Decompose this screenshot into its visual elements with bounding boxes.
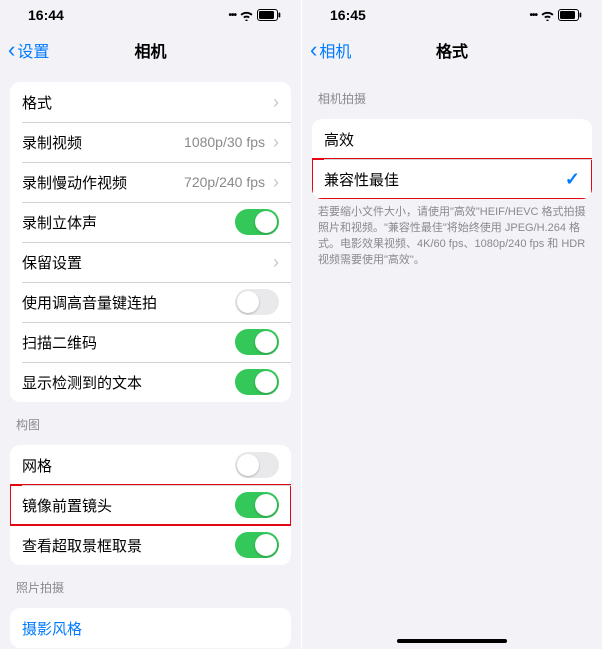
toggle-mirror-front[interactable] [235, 492, 279, 518]
row-stereo[interactable]: 录制立体声 [10, 202, 291, 242]
back-label: 设置 [17, 38, 49, 62]
battery-icon [257, 9, 281, 21]
toggle-scan-qr[interactable] [235, 329, 279, 355]
status-bar: 16:45 ••• [302, 0, 602, 30]
row-record-slomo[interactable]: 录制慢动作视频 720p/240 fps › [10, 162, 291, 202]
settings-group-composition: 网格 镜像前置镜头 查看超取景框取景 [10, 445, 291, 565]
back-label: 相机 [319, 38, 351, 62]
nav-bar: ‹ 设置 相机 [0, 30, 301, 70]
status-bar: 16:44 ••• [0, 0, 301, 30]
cellular-icon: ••• [529, 10, 537, 21]
chevron-left-icon: ‹ [8, 39, 15, 61]
section-header-photo-capture: 照片拍摄 [0, 565, 301, 602]
chevron-right-icon: › [273, 133, 279, 151]
row-live-text[interactable]: 显示检测到的文本 [10, 362, 291, 402]
status-right: ••• [529, 9, 582, 21]
home-indicator[interactable] [397, 639, 507, 643]
camera-settings-screen: 16:44 ••• ‹ 设置 相机 格式 › 录制视频 1080p/30 fps [0, 0, 301, 649]
toggle-live-text[interactable] [235, 369, 279, 395]
status-right: ••• [228, 9, 281, 21]
section-header-camera-capture: 相机拍摄 [302, 76, 602, 113]
row-mirror-front[interactable]: 镜像前置镜头 [10, 485, 291, 525]
wifi-icon [239, 10, 254, 21]
row-view-outside-frame[interactable]: 查看超取景框取景 [10, 525, 291, 565]
row-photographic-styles[interactable]: 摄影风格 [10, 608, 291, 648]
section-header-composition: 构图 [0, 402, 301, 439]
settings-group-photo-capture: 摄影风格 [10, 608, 291, 648]
row-record-video[interactable]: 录制视频 1080p/30 fps › [10, 122, 291, 162]
nav-bar: ‹ 相机 格式 [302, 30, 602, 70]
status-time: 16:45 [330, 7, 366, 23]
content: 格式 › 录制视频 1080p/30 fps › 录制慢动作视频 720p/24… [0, 70, 301, 649]
cellular-icon: ••• [228, 10, 236, 21]
settings-group-1: 格式 › 录制视频 1080p/30 fps › 录制慢动作视频 720p/24… [10, 82, 291, 402]
row-high-efficiency[interactable]: 高效 [312, 119, 592, 159]
row-grid[interactable]: 网格 [10, 445, 291, 485]
chevron-right-icon: › [273, 93, 279, 111]
format-group: 高效 兼容性最佳 ✓ [312, 119, 592, 199]
battery-icon [558, 9, 582, 21]
back-button[interactable]: ‹ 设置 [8, 38, 49, 62]
formats-screen: 16:45 ••• ‹ 相机 格式 相机拍摄 高效 兼容性最佳 ✓ [301, 0, 602, 649]
toggle-stereo[interactable] [235, 209, 279, 235]
chevron-left-icon: ‹ [310, 39, 317, 61]
toggle-view-outside-frame[interactable] [235, 532, 279, 558]
toggle-volume-burst[interactable] [235, 289, 279, 315]
chevron-right-icon: › [273, 253, 279, 271]
checkmark-icon: ✓ [565, 169, 580, 190]
row-formats[interactable]: 格式 › [10, 82, 291, 122]
status-time: 16:44 [28, 7, 64, 23]
content: 相机拍摄 高效 兼容性最佳 ✓ 若要缩小文件大小，请使用"高效"HEIF/HEV… [302, 70, 602, 649]
row-preserve-settings[interactable]: 保留设置 › [10, 242, 291, 282]
chevron-right-icon: › [273, 173, 279, 191]
row-most-compatible[interactable]: 兼容性最佳 ✓ [312, 159, 592, 199]
wifi-icon [540, 10, 555, 21]
back-button[interactable]: ‹ 相机 [310, 38, 351, 62]
row-volume-burst[interactable]: 使用调高音量键连拍 [10, 282, 291, 322]
row-scan-qr[interactable]: 扫描二维码 [10, 322, 291, 362]
footer-format: 若要缩小文件大小，请使用"高效"HEIF/HEVC 格式拍摄照片和视频。"兼容性… [302, 199, 602, 269]
toggle-grid[interactable] [235, 452, 279, 478]
